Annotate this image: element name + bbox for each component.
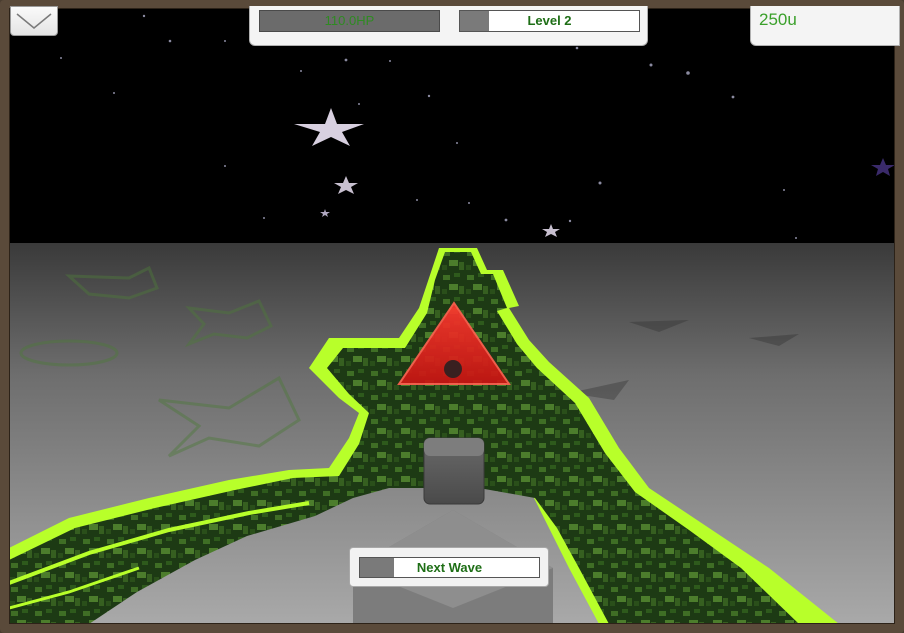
level-indicator: Level 2 bbox=[459, 10, 640, 32]
menu-toggle-button[interactable] bbox=[10, 6, 58, 36]
level-label: Level 2 bbox=[527, 13, 572, 28]
money-label: 250u bbox=[759, 10, 797, 29]
wave-panel: Next Wave bbox=[349, 547, 549, 587]
health-label: 110.0HP bbox=[324, 13, 375, 28]
chevron-down-icon bbox=[16, 13, 52, 29]
next-wave-label: Next Wave bbox=[416, 560, 483, 575]
game-viewport[interactable] bbox=[9, 8, 895, 624]
money-panel: 250u bbox=[750, 6, 900, 46]
health-bar: 110.0HP bbox=[259, 10, 440, 32]
status-panel: 110.0HP Level 2 bbox=[249, 6, 648, 46]
enemy-core bbox=[444, 360, 462, 378]
next-wave-button[interactable]: Next Wave bbox=[359, 557, 540, 578]
game-scene[interactable] bbox=[9, 8, 895, 624]
